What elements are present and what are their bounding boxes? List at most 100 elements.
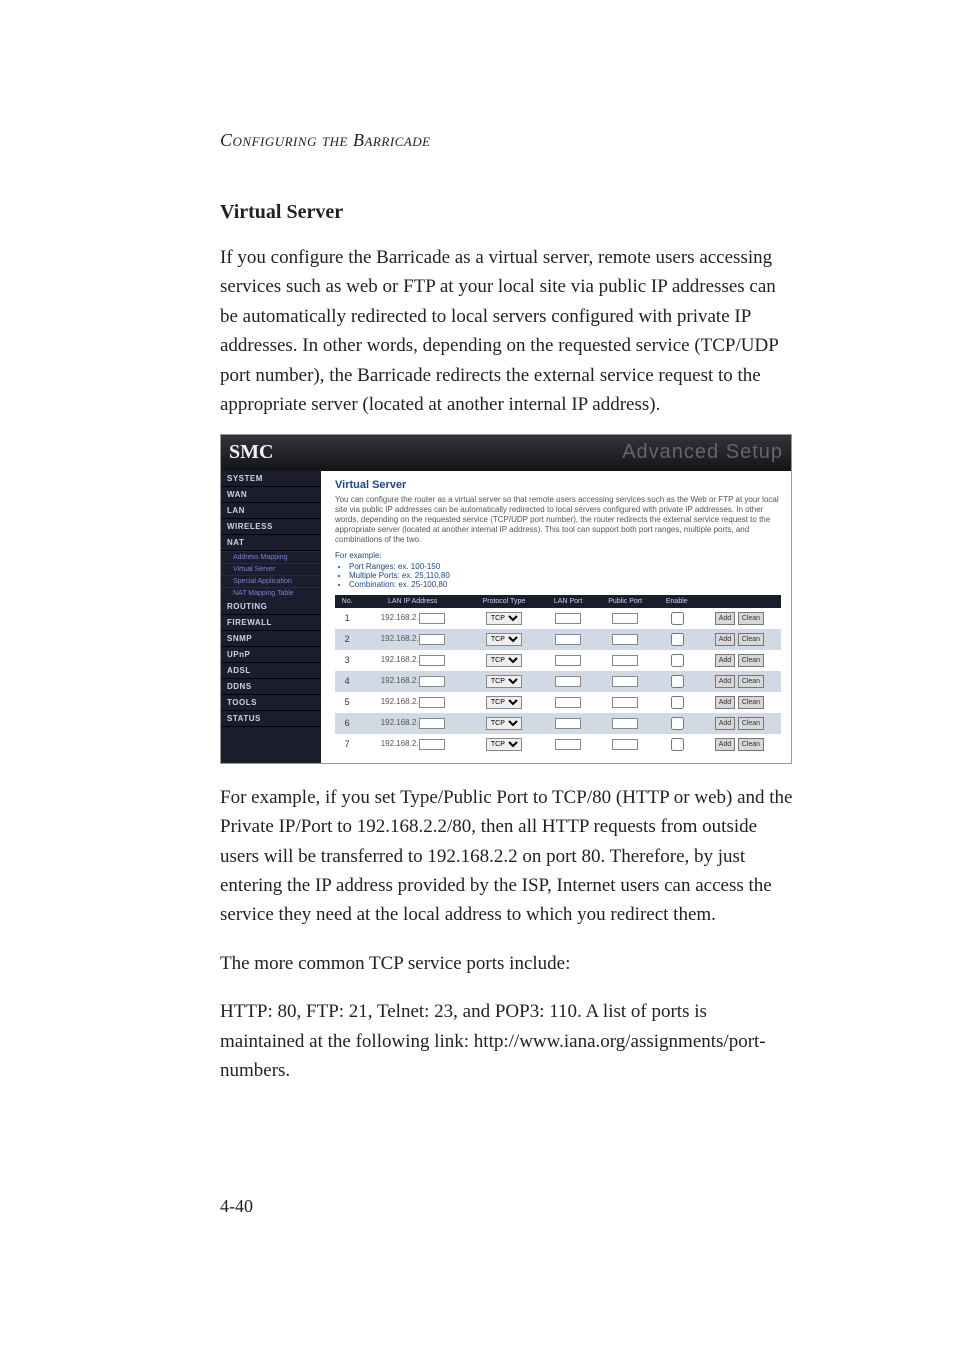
enable-checkbox[interactable] <box>671 717 684 730</box>
table-row: 4192.168.2.TCPAdd Clean <box>335 671 781 692</box>
lan-port-input[interactable] <box>555 676 581 687</box>
example-label: For example: <box>335 551 781 560</box>
clean-button[interactable]: Clean <box>738 654 764 667</box>
enable-checkbox[interactable] <box>671 738 684 751</box>
router-screenshot: SMC Advanced Setup SYSTEM WAN LAN WIRELE… <box>220 434 792 764</box>
enable-checkbox[interactable] <box>671 675 684 688</box>
ip-suffix-input[interactable] <box>419 634 445 645</box>
enable-checkbox[interactable] <box>671 696 684 709</box>
bullet-combination: Combination: ex. 25-100,80 <box>349 580 781 589</box>
public-port-input[interactable] <box>612 697 638 708</box>
add-button[interactable]: Add <box>715 633 735 646</box>
sidebar-item-upnp[interactable]: UPnP <box>221 647 321 663</box>
row-ip-prefix: 192.168.2. <box>359 671 466 692</box>
row-ip-prefix: 192.168.2. <box>359 650 466 671</box>
col-no: No. <box>335 595 359 608</box>
col-public-port: Public Port <box>594 595 655 608</box>
row-no: 5 <box>335 692 359 713</box>
table-row: 5192.168.2.TCPAdd Clean <box>335 692 781 713</box>
add-button[interactable]: Add <box>715 738 735 751</box>
ip-suffix-input[interactable] <box>419 613 445 624</box>
sidebar-item-tools[interactable]: TOOLS <box>221 695 321 711</box>
sidebar-sub-special-application[interactable]: Special Application <box>221 575 321 587</box>
protocol-select[interactable]: TCP <box>486 675 522 688</box>
enable-checkbox[interactable] <box>671 633 684 646</box>
row-no: 3 <box>335 650 359 671</box>
row-ip-prefix: 192.168.2. <box>359 608 466 629</box>
public-port-input[interactable] <box>612 634 638 645</box>
enable-checkbox[interactable] <box>671 612 684 625</box>
paragraph-1: If you configure the Barricade as a virt… <box>220 243 794 420</box>
sidebar-item-snmp[interactable]: SNMP <box>221 631 321 647</box>
screenshot-main: Virtual Server You can configure the rou… <box>321 471 791 763</box>
sidebar-item-wan[interactable]: WAN <box>221 487 321 503</box>
paragraph-4: HTTP: 80, FTP: 21, Telnet: 23, and POP3:… <box>220 997 794 1085</box>
table-row: 1192.168.2.TCPAdd Clean <box>335 608 781 629</box>
lan-port-input[interactable] <box>555 655 581 666</box>
running-header: Configuring the Barricade <box>220 130 794 151</box>
col-enable: Enable <box>656 595 698 608</box>
protocol-select[interactable]: TCP <box>486 738 522 751</box>
sidebar-item-adsl[interactable]: ADSL <box>221 663 321 679</box>
clean-button[interactable]: Clean <box>738 696 764 709</box>
page-number: 4-40 <box>220 1196 794 1217</box>
sidebar-sub-nat-mapping-table[interactable]: NAT Mapping Table <box>221 587 321 599</box>
sidebar-item-lan[interactable]: LAN <box>221 503 321 519</box>
paragraph-2: For example, if you set Type/Public Port… <box>220 783 794 930</box>
sidebar-sub-address-mapping[interactable]: Address Mapping <box>221 551 321 563</box>
public-port-input[interactable] <box>612 718 638 729</box>
sidebar-item-routing[interactable]: ROUTING <box>221 599 321 615</box>
ip-suffix-input[interactable] <box>419 697 445 708</box>
protocol-select[interactable]: TCP <box>486 633 522 646</box>
clean-button[interactable]: Clean <box>738 738 764 751</box>
add-button[interactable]: Add <box>715 654 735 667</box>
virtual-server-table: No. LAN IP Address Protocol Type LAN Por… <box>335 595 781 755</box>
paragraph-3: The more common TCP service ports includ… <box>220 949 794 978</box>
add-button[interactable]: Add <box>715 675 735 688</box>
ip-suffix-input[interactable] <box>419 739 445 750</box>
table-row: 2192.168.2.TCPAdd Clean <box>335 629 781 650</box>
col-lan-ip: LAN IP Address <box>359 595 466 608</box>
add-button[interactable]: Add <box>715 696 735 709</box>
public-port-input[interactable] <box>612 739 638 750</box>
advanced-setup-label: Advanced Setup <box>622 441 783 464</box>
example-bullets: Port Ranges: ex. 100-150 Multiple Ports:… <box>335 562 781 589</box>
protocol-select[interactable]: TCP <box>486 696 522 709</box>
sidebar-item-status[interactable]: STATUS <box>221 711 321 727</box>
row-ip-prefix: 192.168.2. <box>359 629 466 650</box>
bullet-multiple-ports: Multiple Ports: ex. 25,110,80 <box>349 571 781 580</box>
add-button[interactable]: Add <box>715 717 735 730</box>
sidebar-item-nat[interactable]: NAT <box>221 535 321 551</box>
sidebar-item-firewall[interactable]: FIREWALL <box>221 615 321 631</box>
clean-button[interactable]: Clean <box>738 633 764 646</box>
sidebar-item-ddns[interactable]: DDNS <box>221 679 321 695</box>
protocol-select[interactable]: TCP <box>486 654 522 667</box>
col-protocol: Protocol Type <box>466 595 542 608</box>
ip-suffix-input[interactable] <box>419 676 445 687</box>
sidebar-sub-virtual-server[interactable]: Virtual Server <box>221 563 321 575</box>
protocol-select[interactable]: TCP <box>486 612 522 625</box>
protocol-select[interactable]: TCP <box>486 717 522 730</box>
add-button[interactable]: Add <box>715 612 735 625</box>
lan-port-input[interactable] <box>555 739 581 750</box>
clean-button[interactable]: Clean <box>738 675 764 688</box>
ip-suffix-input[interactable] <box>419 718 445 729</box>
row-ip-prefix: 192.168.2. <box>359 734 466 755</box>
lan-port-input[interactable] <box>555 634 581 645</box>
sidebar-item-wireless[interactable]: WIRELESS <box>221 519 321 535</box>
lan-port-input[interactable] <box>555 718 581 729</box>
screenshot-header: SMC Advanced Setup <box>221 435 791 471</box>
clean-button[interactable]: Clean <box>738 612 764 625</box>
table-row: 6192.168.2.TCPAdd Clean <box>335 713 781 734</box>
public-port-input[interactable] <box>612 613 638 624</box>
sidebar-item-system[interactable]: SYSTEM <box>221 471 321 487</box>
lan-port-input[interactable] <box>555 697 581 708</box>
sidebar-nav: SYSTEM WAN LAN WIRELESS NAT Address Mapp… <box>221 471 321 763</box>
ip-suffix-input[interactable] <box>419 655 445 666</box>
public-port-input[interactable] <box>612 676 638 687</box>
lan-port-input[interactable] <box>555 613 581 624</box>
clean-button[interactable]: Clean <box>738 717 764 730</box>
smc-logo: SMC <box>229 441 273 464</box>
enable-checkbox[interactable] <box>671 654 684 667</box>
public-port-input[interactable] <box>612 655 638 666</box>
